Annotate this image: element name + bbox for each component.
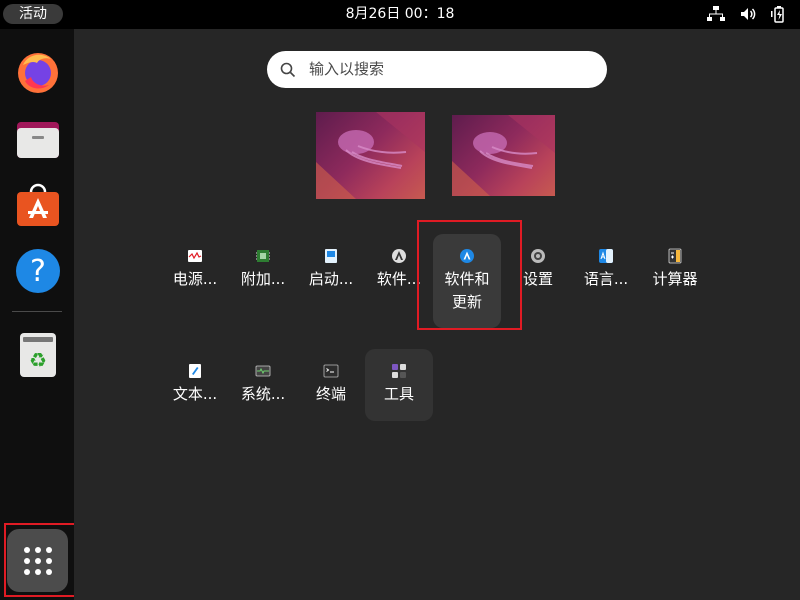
power-stats-icon <box>188 250 202 262</box>
startup-disk-icon <box>325 249 337 263</box>
settings-icon <box>531 249 545 263</box>
annotation-highlight-show-apps <box>4 523 77 597</box>
app-folder-utilities[interactable]: 工具 <box>365 349 433 421</box>
dock-item-help[interactable]: ? <box>10 243 66 299</box>
calculator-icon <box>668 248 682 264</box>
workspace-thumbnail-1[interactable] <box>316 112 425 199</box>
text-editor-icon <box>189 364 201 378</box>
app-label: 启动... <box>308 270 354 288</box>
dock-item-software[interactable] <box>10 177 66 233</box>
app-label: 工具 <box>383 385 414 403</box>
clock[interactable]: 8月26日 00：18 <box>0 0 800 29</box>
app-label: 计算器 <box>652 270 698 288</box>
jellyfish-wallpaper <box>316 112 425 199</box>
dock-item-files[interactable] <box>10 111 66 167</box>
app-label: 附加... <box>240 270 286 288</box>
app-additional-drivers[interactable]: 附加... <box>229 234 297 306</box>
app-terminal[interactable]: 终端 <box>297 349 365 421</box>
app-label: 电源... <box>172 270 218 288</box>
software-icon <box>392 249 406 263</box>
system-status-area[interactable] <box>706 5 790 23</box>
trash-icon: ♻ <box>20 333 56 377</box>
app-label: 文本... <box>172 385 218 403</box>
app-calculator[interactable]: 计算器 <box>641 234 709 306</box>
recycle-glyph: ♻ <box>29 348 47 372</box>
terminal-icon <box>323 364 339 378</box>
dock-separator <box>12 311 62 312</box>
dock: ? ♻ <box>0 29 74 600</box>
app-system-monitor[interactable]: 系统... <box>229 349 297 421</box>
system-monitor-icon <box>255 365 271 377</box>
volume-icon[interactable] <box>738 5 758 23</box>
app-startup-disk-creator[interactable]: 启动... <box>297 234 365 306</box>
annotation-highlight-software-updates <box>417 220 522 330</box>
help-glyph: ? <box>30 254 46 289</box>
app-label: 语言... <box>583 270 629 288</box>
search-icon <box>280 62 296 78</box>
files-icon <box>17 122 59 158</box>
search-input[interactable]: 输入以搜索 <box>267 51 607 88</box>
workspace-thumbnail-2[interactable] <box>452 115 555 196</box>
dock-item-trash[interactable]: ♻ <box>10 326 66 382</box>
jellyfish-wallpaper <box>452 115 555 196</box>
battery-icon[interactable] <box>770 5 790 23</box>
utilities-folder-icon <box>392 364 406 378</box>
language-icon <box>599 249 613 263</box>
firefox-icon <box>18 53 58 93</box>
app-label: 系统... <box>240 385 286 403</box>
app-power-statistics[interactable]: 电源... <box>161 234 229 306</box>
search-placeholder: 输入以搜索 <box>309 60 385 78</box>
additional-drivers-icon <box>256 250 270 262</box>
software-store-icon <box>17 183 59 226</box>
dock-item-firefox[interactable] <box>10 44 66 100</box>
app-label: 终端 <box>315 385 346 403</box>
help-icon: ? <box>16 249 60 293</box>
app-language-support[interactable]: 语言... <box>572 234 640 306</box>
top-bar: 活动 8月26日 00：18 <box>0 0 800 29</box>
network-icon[interactable] <box>706 5 726 23</box>
app-text-editor[interactable]: 文本... <box>161 349 229 421</box>
